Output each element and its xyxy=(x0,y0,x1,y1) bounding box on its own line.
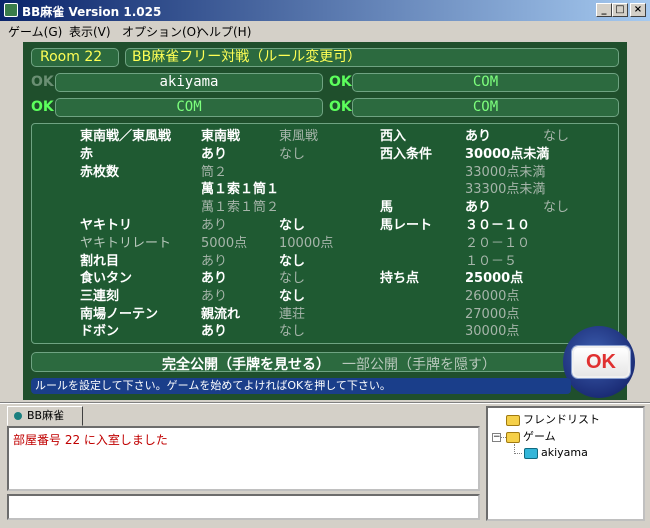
reveal-option-partial[interactable]: 一部公開（手牌を隠す） xyxy=(342,354,496,374)
rule-label-wareme: 割れ目 xyxy=(80,254,120,269)
sanrenko-option-nashi[interactable]: なし xyxy=(279,289,305,304)
shanyu-cond-option-3[interactable]: 33300点未満 xyxy=(465,182,545,197)
nanba-option-oyanagare[interactable]: 親流れ xyxy=(201,307,240,322)
shanyu-option-nashi[interactable]: なし xyxy=(543,129,569,144)
yakitori-option-nashi[interactable]: なし xyxy=(279,218,305,233)
chat-input[interactable] xyxy=(7,494,480,520)
sanrenko-option-ari[interactable]: あり xyxy=(201,289,227,304)
mochiten-option-3[interactable]: 27000点 xyxy=(465,307,519,322)
divider xyxy=(0,402,650,404)
seat-2-player[interactable]: COM xyxy=(352,73,619,92)
dobon-option-ari[interactable]: あり xyxy=(201,324,227,339)
menu-view[interactable]: 表示(V) xyxy=(69,23,111,40)
yakitori-rate-option-1[interactable]: 5000点 xyxy=(201,236,247,251)
rule-label-nanba: 南場ノーテン xyxy=(80,307,159,322)
uma-rate-option-1[interactable]: ３０－１０ xyxy=(465,218,530,233)
rule-label-tonpu: 東南戦／東風戦 xyxy=(80,129,172,144)
seat-1-ok-indicator: OK xyxy=(31,74,54,90)
seat-2-ok-indicator: OK xyxy=(329,74,352,90)
rule-label-uma-rate: 馬レート xyxy=(380,218,433,233)
seat-4-ok-indicator: OK xyxy=(329,99,352,115)
rule-label-shanyu: 西入 xyxy=(380,129,407,144)
tree-node-friends[interactable]: フレンドリスト xyxy=(506,413,600,427)
akamai-option-2[interactable]: 萬１索１筒１ xyxy=(201,182,279,197)
akamai-option-1[interactable]: 筒２ xyxy=(201,165,227,180)
aka-option-nashi[interactable]: なし xyxy=(279,147,305,162)
rule-label-akamai: 赤枚数 xyxy=(80,165,120,180)
uma-option-ari[interactable]: あり xyxy=(465,200,491,215)
maximize-button[interactable]: □ xyxy=(612,3,628,17)
room-label: Room 22 xyxy=(31,48,119,67)
title-bar: BB麻雀 Version 1.025 _ □ × xyxy=(0,0,650,21)
chat-log-line: 部屋番号 22 に入室しました xyxy=(13,433,168,447)
aka-option-ari[interactable]: あり xyxy=(201,147,227,162)
tab-bbmahjong[interactable]: BB麻雀 xyxy=(7,406,83,426)
rule-title: BB麻雀フリー対戦（ルール変更可） xyxy=(125,48,619,67)
yakitori-option-ari[interactable]: あり xyxy=(201,218,227,233)
minimize-button[interactable]: _ xyxy=(596,3,612,17)
kuitan-option-ari[interactable]: あり xyxy=(201,271,227,286)
shanyu-option-ari[interactable]: あり xyxy=(465,129,491,144)
uma-rate-option-2[interactable]: ２０－１０ xyxy=(465,236,530,251)
menu-game[interactable]: ゲーム(G) xyxy=(8,23,62,40)
mochiten-option-1[interactable]: 25000点 xyxy=(465,271,523,286)
tree-node-game[interactable]: ゲーム xyxy=(506,430,556,444)
shanyu-cond-option-1[interactable]: 30000点未満 xyxy=(465,147,549,162)
friend-tree[interactable]: フレンドリスト − ゲーム akiyama xyxy=(486,406,645,521)
rule-label-mochiten: 持ち点 xyxy=(380,271,420,286)
kuitan-option-nashi[interactable]: なし xyxy=(279,271,305,286)
mochiten-option-4[interactable]: 30000点 xyxy=(465,324,519,339)
rule-label-yakitori-rate: ヤキトリレート xyxy=(80,236,172,251)
user-icon xyxy=(524,447,538,459)
shanyu-cond-option-2[interactable]: 33000点未満 xyxy=(465,165,545,180)
tonpu-option-tonnan[interactable]: 東南戦 xyxy=(201,129,240,144)
reveal-mode-bar: 完全公開（手牌を見せる） 一部公開（手牌を隠す） xyxy=(31,352,571,374)
rule-label-sanrenko: 三連刻 xyxy=(80,289,120,304)
mochiten-option-2[interactable]: 26000点 xyxy=(465,289,519,304)
ok-button[interactable]: OK xyxy=(572,346,630,378)
tab-status-icon xyxy=(14,412,22,420)
status-message: ルールを設定して下さい。ゲームを始めてよければOKを押して下さい。 xyxy=(31,378,571,394)
tonpu-option-tonpu[interactable]: 東風戦 xyxy=(279,129,318,144)
menu-bar: ゲーム(G) 表示(V) オプション(O) ヘルプ(H) xyxy=(0,21,650,40)
yakitori-rate-option-2[interactable]: 10000点 xyxy=(279,236,333,251)
window-title: BB麻雀 Version 1.025 xyxy=(22,5,162,19)
rule-label-kuitan: 食いタン xyxy=(80,271,133,286)
menu-help[interactable]: ヘルプ(H) xyxy=(197,23,251,40)
seat-3-ok-indicator: OK xyxy=(31,99,54,115)
reveal-option-full[interactable]: 完全公開（手牌を見せる） xyxy=(162,354,330,374)
close-button[interactable]: × xyxy=(630,3,646,17)
chat-log: 部屋番号 22 に入室しました xyxy=(7,426,480,491)
menu-options[interactable]: オプション(O) xyxy=(122,23,201,40)
rule-label-uma: 馬 xyxy=(380,200,394,215)
tree-line xyxy=(514,453,522,454)
uma-rate-option-3[interactable]: １０－５ xyxy=(465,254,517,269)
tree-node-user-akiyama[interactable]: akiyama xyxy=(524,446,588,460)
rule-label-shanyu-cond: 西入条件 xyxy=(380,147,433,162)
rule-label-aka: 赤 xyxy=(80,147,94,162)
tab-label: BB麻雀 xyxy=(27,409,65,422)
seat-4-player[interactable]: COM xyxy=(352,98,619,117)
group-icon xyxy=(506,431,520,443)
uma-option-nashi[interactable]: なし xyxy=(543,200,569,215)
app-icon xyxy=(4,3,18,17)
dobon-option-nashi[interactable]: なし xyxy=(279,324,305,339)
nanba-option-renchan[interactable]: 連荘 xyxy=(279,307,305,322)
group-icon xyxy=(506,414,520,426)
wareme-option-nashi[interactable]: なし xyxy=(279,254,305,269)
seat-3-player[interactable]: COM xyxy=(55,98,323,117)
rule-label-yakitori: ヤキトリ xyxy=(80,218,133,233)
rule-label-dobon: ドボン xyxy=(80,324,120,339)
seat-1-player[interactable]: akiyama xyxy=(55,73,323,92)
wareme-option-ari[interactable]: あり xyxy=(201,254,227,269)
akamai-option-3[interactable]: 萬１索１筒２ xyxy=(201,200,279,215)
tree-expander-icon[interactable]: − xyxy=(492,433,501,442)
